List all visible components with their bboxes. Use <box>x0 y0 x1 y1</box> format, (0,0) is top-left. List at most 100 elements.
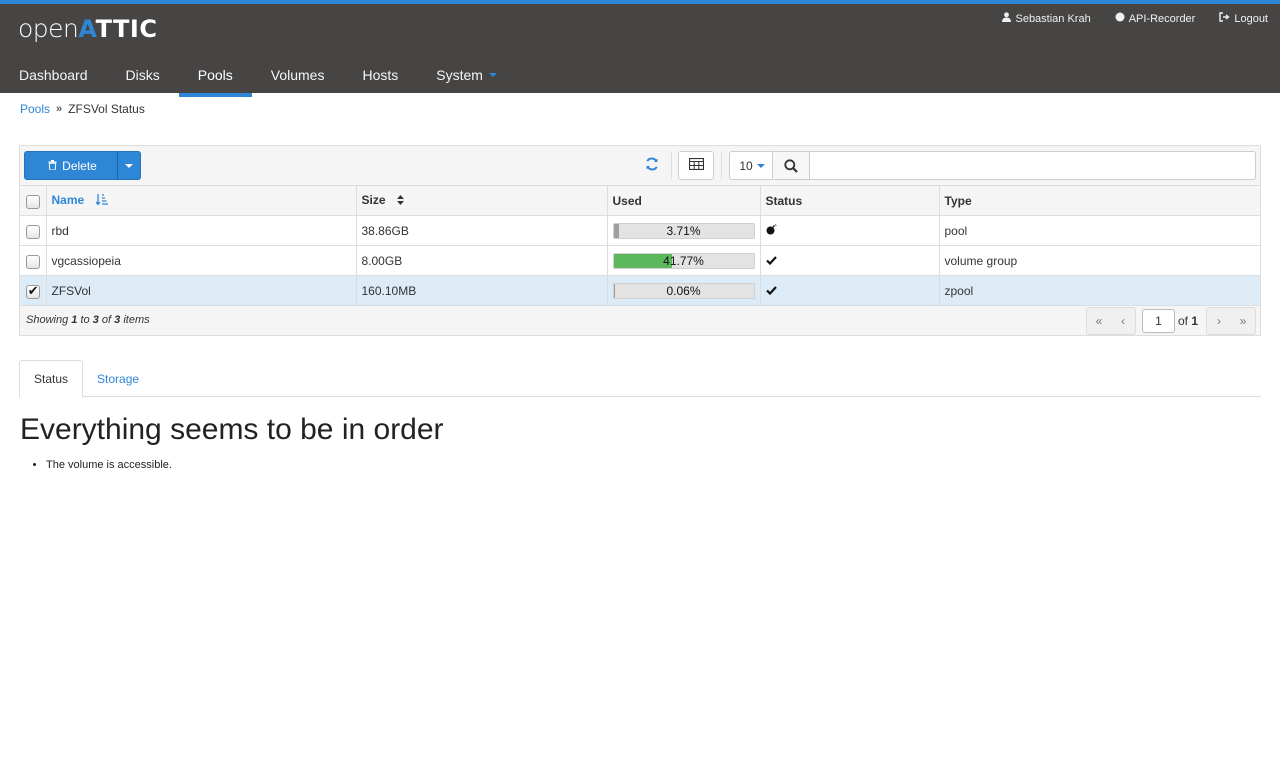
select-all-cell <box>20 185 47 216</box>
page-total: 1 <box>1191 314 1198 328</box>
showing-of-word: of <box>101 314 112 326</box>
detail-tabs: Status Storage <box>19 360 1261 398</box>
tab-storage[interactable]: Storage <box>83 360 153 397</box>
chevron-right-icon: › <box>1217 314 1221 328</box>
sort-icon <box>396 194 404 208</box>
top-navbar: open ATTIC Sebastian Krah API-Recorder Lo… <box>0 0 1280 97</box>
table-columns-icon <box>688 157 704 173</box>
grid-toolbar: Delete 10 <box>20 146 1260 185</box>
usage-progress-label: 41.77% <box>663 253 704 268</box>
showing-items-word: items <box>123 314 150 326</box>
openattic-logo[interactable]: open ATTIC <box>18 14 157 46</box>
logout-link[interactable]: Logout <box>1219 12 1268 25</box>
toolbar-divider <box>671 152 672 179</box>
usage-progress-bar: 41.77% <box>612 252 755 269</box>
grid-footer: Showing 1 to 3 of 3 items « ‹ 1 of 1 › » <box>20 305 1260 336</box>
logo-ttic-text: TTIC <box>95 15 158 43</box>
toolbar-divider <box>721 152 722 179</box>
select-all-checkbox[interactable] <box>25 194 40 209</box>
logo-open-text: open <box>18 14 79 43</box>
user-name: Sebastian Krah <box>1015 12 1091 25</box>
cell-size: 160.10MB <box>356 275 608 306</box>
chevron-down-icon <box>488 72 497 77</box>
column-header-used[interactable]: Used <box>607 185 761 216</box>
chevron-down-icon <box>756 163 765 168</box>
cell-status <box>760 245 940 276</box>
logo-a-text: A <box>78 15 96 43</box>
nav-pools[interactable]: Pools <box>178 56 252 97</box>
row-checkbox[interactable] <box>25 254 40 269</box>
cell-used: 3.71% <box>607 215 761 246</box>
nav-system-label: System <box>436 66 483 83</box>
last-page-button[interactable]: » <box>1231 308 1255 334</box>
status-message-list: The volume is accessible. <box>46 459 172 471</box>
status-heading: Everything seems to be in order <box>20 413 444 446</box>
pagination-group: « ‹ <box>1085 307 1136 335</box>
row-checkbox-cell <box>20 245 47 276</box>
cell-status <box>760 215 940 246</box>
row-checkbox-cell <box>20 215 47 246</box>
double-chevron-right-icon: » <box>1239 314 1247 328</box>
cell-size: 38.86GB <box>356 215 608 246</box>
table-row[interactable]: rbd 38.86GB 3.71% pool <box>20 215 1260 246</box>
status-message: The volume is accessible. <box>46 459 172 471</box>
page-of-word: of <box>1177 314 1188 328</box>
table-row[interactable]: ZFSVol 160.10MB 0.06% zpool <box>20 275 1260 306</box>
api-recorder-label: API-Recorder <box>1128 12 1196 25</box>
column-header-name[interactable]: Name <box>46 185 357 216</box>
delete-label: Delete <box>62 158 97 173</box>
cell-status <box>760 275 940 306</box>
columns-toggle-button[interactable] <box>678 151 714 180</box>
usage-progress-label: 3.71% <box>666 223 701 238</box>
main-nav: Dashboard Disks Pools Volumes Hosts Syst… <box>0 56 516 97</box>
page-count: of 1 <box>1178 314 1198 328</box>
user-icon <box>1002 12 1012 25</box>
page-number-input[interactable]: 1 <box>1141 309 1175 333</box>
delete-dropdown-toggle[interactable] <box>117 151 141 180</box>
search-icon[interactable] <box>773 152 810 179</box>
tab-status[interactable]: Status <box>19 360 84 398</box>
showing-to: 3 <box>92 314 99 326</box>
check-icon <box>765 255 777 268</box>
nav-hosts[interactable]: Hosts <box>343 56 417 93</box>
refresh-button[interactable] <box>636 151 668 180</box>
check-icon <box>765 285 777 298</box>
prev-page-button[interactable]: ‹ <box>1111 308 1135 334</box>
api-recorder-link[interactable]: API-Recorder <box>1115 12 1196 25</box>
pagination-group: › » <box>1206 307 1256 335</box>
page-size-value: 10 <box>739 158 753 173</box>
breadcrumb: Pools » ZFSVol Status <box>20 102 145 116</box>
nav-dashboard[interactable]: Dashboard <box>0 56 107 93</box>
breadcrumb-pools-link[interactable]: Pools <box>20 102 50 116</box>
next-page-button[interactable]: › <box>1207 308 1231 334</box>
page-size-select[interactable]: 10 <box>729 151 775 180</box>
first-page-button[interactable]: « <box>1087 308 1111 334</box>
row-checkbox[interactable] <box>25 224 40 239</box>
breadcrumb-separator-icon: » <box>56 103 63 115</box>
column-header-size-label: Size <box>361 193 386 208</box>
table-row[interactable]: vgcassiopeia 8.00GB 41.77% volume group <box>20 245 1260 276</box>
cell-type: volume group <box>939 245 1260 276</box>
user-link[interactable]: Sebastian Krah <box>1002 12 1091 25</box>
nav-volumes[interactable]: Volumes <box>252 56 344 93</box>
pools-grid-panel: Delete 10 Name Size Used Status Type rbd… <box>19 145 1261 336</box>
cell-type: zpool <box>939 275 1260 306</box>
delete-button[interactable]: Delete <box>24 151 121 180</box>
double-chevron-left-icon: « <box>1095 314 1103 328</box>
nav-disks[interactable]: Disks <box>107 56 179 93</box>
table-header-row: Name Size Used Status Type <box>20 185 1260 216</box>
showing-total: 3 <box>114 314 121 326</box>
column-header-status[interactable]: Status <box>760 185 940 216</box>
cell-name: rbd <box>46 215 357 246</box>
cell-used: 0.06% <box>607 275 761 306</box>
nav-system[interactable]: System <box>417 56 516 93</box>
showing-to-word: to <box>80 314 90 326</box>
row-checkbox[interactable] <box>25 283 40 299</box>
column-header-type[interactable]: Type <box>939 185 1260 216</box>
column-header-name-label: Name <box>51 193 85 208</box>
column-header-size[interactable]: Size <box>356 185 608 216</box>
trash-icon <box>48 159 57 173</box>
cell-name: vgcassiopeia <box>46 245 357 276</box>
showing-text: Showing <box>26 314 69 326</box>
search-input[interactable] <box>811 152 1251 179</box>
